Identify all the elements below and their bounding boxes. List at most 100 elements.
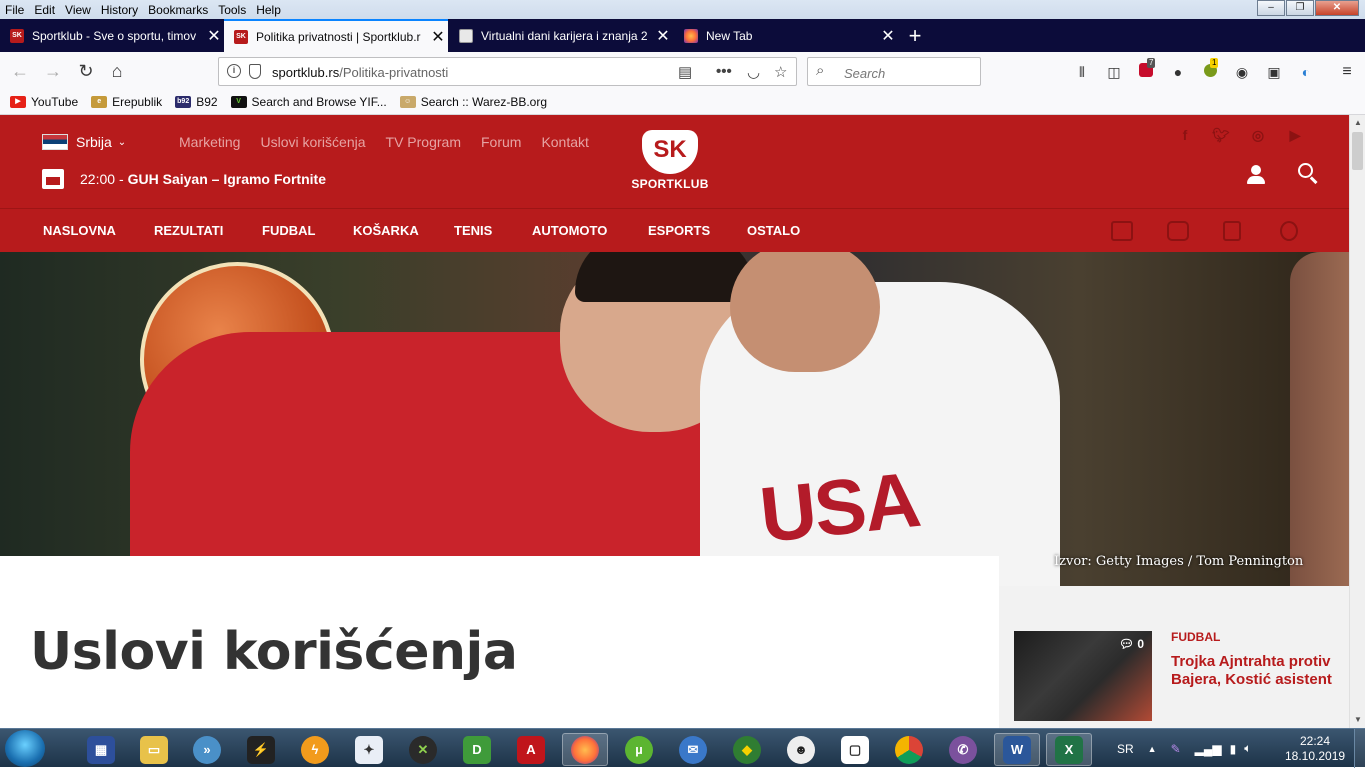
menu-file[interactable]: File (0, 3, 29, 17)
nav-tenis[interactable]: TENIS (454, 223, 492, 238)
taskbar-firefox[interactable] (562, 733, 608, 766)
blog-edit-icon[interactable] (1223, 221, 1241, 241)
close-tab-icon[interactable]: ✕ (878, 26, 898, 46)
library-icon[interactable]: ⫴ (1073, 63, 1091, 81)
nav-kosarka[interactable]: KOŠARKA (353, 223, 419, 238)
maximize-button[interactable]: ❐ (1286, 0, 1314, 16)
network-signal-icon[interactable]: ▂▄▆ (1195, 742, 1222, 756)
nav-naslovna[interactable]: NASLOVNA (43, 223, 116, 238)
tab-sportklub-home[interactable]: SK Sportklub - Sve o sportu, timov ✕ (0, 19, 224, 52)
vertical-scrollbar[interactable]: ▲ ▼ (1349, 115, 1365, 728)
forward-arrow-icon[interactable]: → (42, 60, 64, 82)
tracking-shield-icon[interactable] (249, 64, 261, 79)
close-tab-icon[interactable]: ✕ (428, 27, 448, 47)
address-bar[interactable]: i sportklub.rs/Politika-privatnosti ▤ ••… (218, 57, 797, 86)
extension-notify-icon[interactable]: 1 (1201, 58, 1219, 81)
news-title-link[interactable]: Trojka Ajntrahta protiv Bajera, Kostić a… (1171, 653, 1341, 689)
taskbar-app-panda[interactable]: ✦ (346, 733, 392, 766)
clock[interactable]: 22:24 18.10.2019 (1285, 734, 1345, 764)
youtube-icon[interactable]: ▶ (1286, 127, 1304, 143)
country-selector[interactable]: Srbija ⌄ (42, 134, 126, 150)
bookmark-youtube[interactable]: ▶ YouTube (10, 95, 78, 109)
battery-icon[interactable]: ▮ (1230, 742, 1237, 756)
extension-compass-icon[interactable]: ◐ (1297, 63, 1315, 81)
topnav-marketing[interactable]: Marketing (179, 134, 240, 150)
tab-virtualni-dani[interactable]: Virtualni dani karijera i znanja 2 ✕ (449, 19, 673, 52)
taskbar-utorrent[interactable]: µ (616, 733, 662, 766)
extension-icon[interactable]: ● (1169, 63, 1187, 81)
nav-fudbal[interactable]: FUDBAL (262, 223, 315, 238)
tv-now-playing[interactable]: 22:00 - GUH Saiyan – Igramo Fortnite (42, 169, 326, 189)
page-actions-icon[interactable]: ••• (716, 63, 732, 80)
user-account-icon[interactable] (1246, 165, 1266, 185)
language-indicator[interactable]: SR (1117, 742, 1134, 756)
extension-mask-icon[interactable]: ▣ (1265, 63, 1283, 81)
sidebar-toggle-icon[interactable]: ◫ (1105, 63, 1123, 81)
site-info-icon[interactable]: i (227, 64, 241, 78)
taskbar-chrome[interactable] (886, 733, 932, 766)
nav-ostalo[interactable]: OSTALO (747, 223, 800, 238)
search-bar[interactable]: ⌕ Search (807, 57, 981, 86)
facebook-icon[interactable]: f (1176, 127, 1194, 143)
video-camera-icon[interactable] (1111, 221, 1133, 241)
podcast-icon[interactable] (1280, 221, 1298, 241)
taskbar-app-bolt[interactable]: ϟ (292, 733, 338, 766)
volume-icon[interactable]: 🔈︎ (1244, 741, 1251, 756)
topnav-uslovi[interactable]: Uslovi korišćenja (260, 134, 365, 150)
bookmark-warez-bb[interactable]: ☺ Search :: Warez-BB.org (399, 95, 547, 109)
taskbar-viber[interactable]: ✆ (940, 733, 986, 766)
taskbar-bluestacks[interactable]: » (184, 733, 230, 766)
tray-expand-icon[interactable]: ▲ (1148, 744, 1157, 754)
taskbar-thunderbird[interactable]: ✉ (670, 733, 716, 766)
hamburger-menu-icon[interactable]: ≡ (1338, 63, 1356, 81)
menu-edit[interactable]: Edit (29, 3, 60, 17)
account-icon[interactable]: ◉ (1233, 63, 1251, 81)
taskbar-app-lightning[interactable]: ⚡ (238, 733, 284, 766)
taskbar-app-x[interactable]: ✕ (400, 733, 446, 766)
photo-camera-icon[interactable] (1167, 221, 1189, 241)
menu-bookmarks[interactable]: Bookmarks (143, 3, 213, 17)
show-desktop-button[interactable] (1354, 729, 1365, 768)
taskbar-word[interactable]: W (994, 733, 1040, 766)
taskbar-floppy-app[interactable]: ▦ (78, 733, 124, 766)
home-icon[interactable]: ⌂ (106, 60, 128, 82)
new-tab-plus-icon[interactable]: + (903, 23, 927, 49)
twitter-icon[interactable]: 🐦︎ (1212, 127, 1230, 143)
menu-history[interactable]: History (96, 3, 143, 17)
scroll-up-arrow-icon[interactable]: ▲ (1350, 115, 1365, 131)
taskbar-app-d[interactable]: D (454, 733, 500, 766)
bookmark-star-icon[interactable]: ☆ (774, 63, 787, 81)
adblock-plus-icon[interactable]: 7 (1137, 58, 1156, 81)
nav-esports[interactable]: ESPORTS (648, 223, 710, 238)
sportklub-logo[interactable]: SK SPORTKLUB (622, 130, 718, 194)
site-search-icon[interactable] (1298, 163, 1320, 185)
reader-view-icon[interactable]: ▤ (678, 63, 692, 81)
menu-view[interactable]: View (60, 3, 96, 17)
scrollbar-thumb[interactable] (1352, 132, 1363, 170)
news-thumbnail[interactable]: 💬︎ 0 (1014, 631, 1152, 721)
scroll-down-arrow-icon[interactable]: ▼ (1350, 712, 1365, 728)
topnav-forum[interactable]: Forum (481, 134, 521, 150)
topnav-kontakt[interactable]: Kontakt (541, 134, 588, 150)
close-tab-icon[interactable]: ✕ (653, 26, 673, 46)
tab-new-tab[interactable]: New Tab ✕ (674, 19, 898, 52)
bookmark-erepublik[interactable]: e Erepublik (91, 95, 162, 109)
back-arrow-icon[interactable]: ← (9, 60, 31, 82)
instagram-icon[interactable]: ◎ (1249, 127, 1267, 143)
taskbar-app-face[interactable]: ☻ (778, 733, 824, 766)
close-tab-icon[interactable]: ✕ (204, 26, 224, 46)
pocket-icon[interactable]: ◡ (747, 63, 760, 81)
url-text[interactable]: sportklub.rs/Politika-privatnosti (272, 65, 448, 80)
nav-automoto[interactable]: AUTOMOTO (532, 223, 607, 238)
topnav-tv-program[interactable]: TV Program (386, 134, 461, 150)
taskbar-explorer[interactable]: ▭ (131, 733, 177, 766)
taskbar-app-frame[interactable]: ▢ (832, 733, 878, 766)
taskbar-app-a[interactable]: A (508, 733, 554, 766)
start-button[interactable] (5, 730, 45, 767)
tab-politika-privatnosti[interactable]: SK Politika privatnosti | Sportklub.r ✕ (224, 19, 448, 52)
minimize-button[interactable]: – (1257, 0, 1285, 16)
taskbar-excel[interactable]: X (1046, 733, 1092, 766)
nav-rezultati[interactable]: REZULTATI (154, 223, 223, 238)
bookmark-yify[interactable]: V Search and Browse YIF... (230, 95, 387, 109)
taskbar-app-globe[interactable]: ◆ (724, 733, 770, 766)
